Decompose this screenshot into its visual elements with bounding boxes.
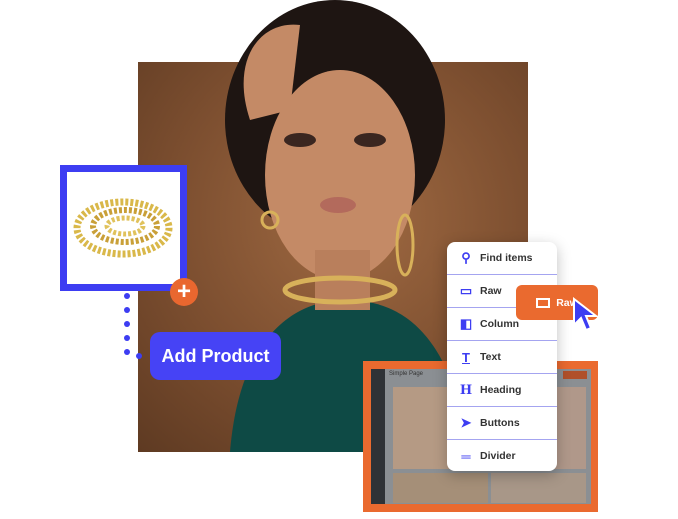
rectangle-icon <box>536 297 551 308</box>
preview-button <box>563 371 587 379</box>
menu-item-label: Find items <box>480 252 533 264</box>
text-icon: T <box>462 349 470 365</box>
plus-icon[interactable]: + <box>170 278 198 306</box>
connector-dot <box>124 349 130 355</box>
product-card[interactable] <box>60 165 187 291</box>
menu-item-label: Divider <box>480 450 516 462</box>
connector-dot <box>124 321 130 327</box>
add-product-button[interactable]: Add Product <box>150 332 281 380</box>
menu-item-text[interactable]: T Text <box>447 341 557 374</box>
gold-chain-image <box>73 198 173 258</box>
mouse-cursor-icon <box>573 297 598 332</box>
menu-item-label: Raw <box>480 285 502 297</box>
menu-item-label: Column <box>480 318 520 330</box>
heading-icon: H <box>459 382 473 398</box>
menu-item-heading[interactable]: H Heading <box>447 374 557 407</box>
divider-icon: ═ <box>461 448 471 464</box>
search-icon: ⚲ <box>461 250 471 265</box>
preview-image <box>491 473 586 503</box>
preview-sidebar <box>371 369 385 504</box>
rectangle-icon: ▭ <box>459 283 473 298</box>
menu-item-label: Buttons <box>480 417 520 429</box>
menu-item-buttons[interactable]: ➤ Buttons <box>447 407 557 440</box>
preview-title: Simple Page <box>389 371 424 377</box>
preview-image <box>393 473 488 503</box>
menu-item-divider[interactable]: ═ Divider <box>447 440 557 472</box>
connector-dot <box>124 293 130 299</box>
pointer-icon: ➤ <box>460 415 472 430</box>
connector-dot <box>136 353 142 359</box>
connector-dot <box>124 307 130 313</box>
preview-image <box>393 387 453 469</box>
menu-item-label: Text <box>480 351 501 363</box>
menu-item-find-items[interactable]: ⚲ Find items <box>447 242 557 275</box>
column-icon: ◧ <box>459 316 473 331</box>
element-menu: ⚲ Find items ▭ Raw ◧ Column T Text H Heading … <box>447 242 557 471</box>
menu-item-label: Heading <box>480 384 522 396</box>
connector-dot <box>124 335 130 341</box>
